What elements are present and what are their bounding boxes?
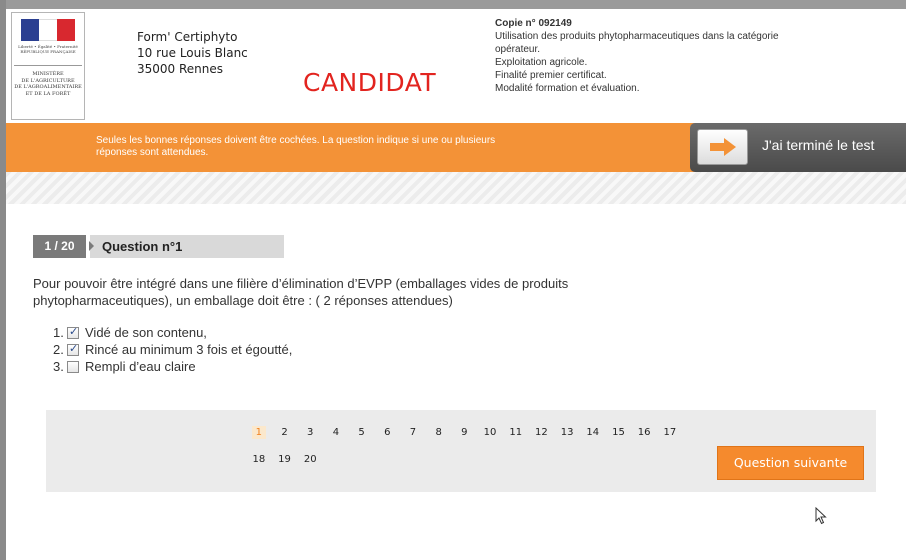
page-link-6[interactable]: 6	[374, 427, 400, 438]
window-left-border	[0, 0, 6, 560]
checkmark-icon: ✓	[69, 341, 79, 355]
page-link-18[interactable]: 18	[246, 454, 272, 465]
answer-list: 1. ✓ Vidé de son contenu, 2. ✓ Rincé au …	[53, 324, 292, 375]
page-link-15[interactable]: 15	[606, 427, 632, 438]
answer-checkbox-1[interactable]: ✓	[67, 324, 79, 339]
page-link-10[interactable]: 10	[477, 427, 503, 438]
page-link-12[interactable]: 12	[529, 427, 555, 438]
answer-item: 1. ✓ Vidé de son contenu,	[53, 324, 207, 341]
page-link-2[interactable]: 2	[272, 427, 298, 438]
answer-label: Vidé de son contenu,	[85, 325, 207, 340]
answer-item: 3. Rempli d’eau claire	[53, 359, 196, 374]
question-text: Pour pouvoir être intégré dans une filiè…	[33, 276, 569, 308]
page-link-3[interactable]: 3	[297, 427, 323, 438]
page-link-4[interactable]: 4	[323, 427, 349, 438]
mouse-cursor-icon	[815, 507, 827, 525]
page-link-16[interactable]: 16	[631, 427, 657, 438]
organization-address: Form' Certiphyto 10 rue Louis Blanc 3500…	[137, 30, 248, 76]
page-link-8[interactable]: 8	[426, 427, 452, 438]
page-link-20[interactable]: 20	[297, 454, 323, 465]
page-link-17[interactable]: 17	[657, 427, 683, 438]
checkmark-icon: ✓	[69, 324, 79, 338]
question-pagination: 1 2 3 4 5 6 7 8 9 10 11 12 13 14 15 16 17 18 19 20	[246, 423, 706, 477]
role-title: CANDIDAT	[303, 68, 437, 97]
answer-checkbox-3[interactable]	[67, 360, 79, 373]
page-link-7[interactable]: 7	[400, 427, 426, 438]
question-counter: 1 / 20	[33, 235, 86, 258]
answer-item: 2. ✓ Rincé au minimum 3 fois et égoutté,	[53, 341, 293, 358]
marianne-flag-icon	[21, 19, 75, 41]
page-link-13[interactable]: 13	[554, 427, 580, 438]
page-link-19[interactable]: 19	[272, 454, 298, 465]
page-link-1[interactable]: 1	[246, 425, 272, 439]
page-link-9[interactable]: 9	[452, 427, 478, 438]
question-title: Question n°1	[89, 235, 284, 258]
answer-checkbox-2[interactable]: ✓	[67, 341, 79, 356]
logo-motto: Liberté • Égalité • Fraternité RÉPUBLIQU…	[18, 44, 78, 54]
page-link-14[interactable]: 14	[580, 427, 606, 438]
finish-test-label[interactable]: J'ai terminé le test	[762, 137, 874, 153]
page-link-5[interactable]: 5	[349, 427, 375, 438]
decorative-stripes	[6, 172, 906, 204]
window-top-border	[0, 0, 906, 9]
page-link-11[interactable]: 11	[503, 427, 529, 438]
arrow-right-icon[interactable]	[697, 129, 748, 165]
copy-number: Copie n° 092149	[495, 18, 572, 29]
logo-ministry-text: MINISTÈRE DE L'AGRICULTURE DE L'AGROALIM…	[14, 71, 82, 97]
exam-copy-info: Copie n° 092149 Utilisation des produits…	[495, 17, 875, 95]
answer-label: Rincé au minimum 3 fois et égoutté,	[85, 342, 293, 357]
instructions-text: Seules les bonnes réponses doivent être …	[96, 135, 496, 158]
next-question-button[interactable]: Question suivante	[717, 446, 864, 480]
answer-label: Rempli d’eau claire	[85, 359, 196, 374]
ministry-logo: Liberté • Égalité • Fraternité RÉPUBLIQU…	[11, 12, 85, 120]
